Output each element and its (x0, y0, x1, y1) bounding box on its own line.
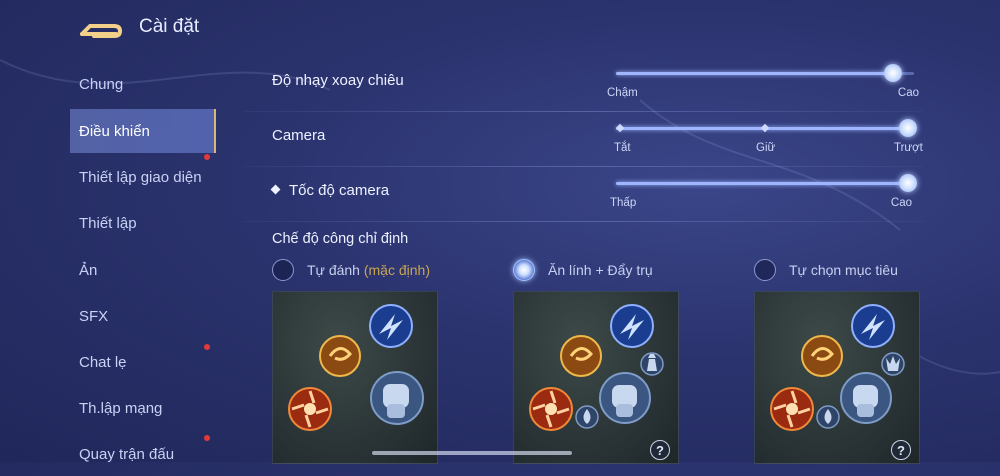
help-icon[interactable]: ? (650, 440, 670, 460)
sidebar-item-label: Ản (79, 261, 98, 279)
slider-fill (616, 72, 894, 75)
row-divider (243, 221, 923, 222)
option-label: Ăn lính + Đẩy trụ (548, 262, 653, 278)
sidebar-item-label: Thiết lập (79, 214, 137, 232)
setting-label: Tốc độ camera (270, 182, 390, 199)
sidebar-item-label: Thiết lập giao diện (79, 168, 202, 186)
sidebar-item-network[interactable]: Th.lập mạng (70, 386, 216, 430)
minion-icon (575, 405, 599, 429)
help-icon[interactable]: ? (891, 440, 911, 460)
radio-button[interactable] (754, 259, 776, 281)
camera-mode-slider[interactable]: Tắt Giữ Trượt (614, 119, 923, 159)
setting-row-camera: Camera Tắt Giữ Trượt (243, 113, 923, 167)
sidebar-item-label: Chung (79, 75, 124, 93)
setting-row-camera-speed: Tốc độ camera Thấp Cao (243, 168, 923, 222)
skill-lightning-icon (610, 304, 654, 348)
camera-speed-slider[interactable]: Thấp Cao (610, 174, 917, 214)
setting-label: Độ nhạy xoay chiêu (272, 72, 404, 89)
skill-lightning-icon (851, 304, 895, 348)
skill-buttons-layout (529, 304, 664, 431)
slider-handle[interactable] (884, 64, 903, 82)
sidebar-item-interface[interactable]: Thiết lập giao diện (70, 154, 216, 199)
skill-buttons-layout (288, 304, 424, 431)
radio-button[interactable] (272, 259, 294, 281)
row-divider (243, 111, 923, 112)
attack-mode-preview-minion-tower: ? (513, 291, 679, 464)
notification-dot (204, 344, 210, 350)
slider-min-label: Chậm (607, 87, 638, 99)
hero-target-icon (881, 352, 905, 376)
option-note: (mặc định) (363, 262, 430, 278)
sidebar-item-general[interactable]: Chung (70, 62, 216, 106)
option-label: Tự đánh (mặc định) (307, 262, 430, 278)
skill-lightning-icon (369, 304, 413, 348)
attack-mode-option-auto[interactable]: Tự đánh (mặc định) (272, 257, 430, 283)
sidebar-item-label: Quay trận đấu (79, 445, 175, 463)
attack-mode-title: Chế độ công chỉ định (272, 231, 409, 247)
notification-dot (204, 154, 210, 160)
back-button[interactable] (76, 12, 124, 42)
tower-icon (640, 352, 664, 376)
slider-max-label: Cao (897, 87, 919, 99)
minion-icon (816, 405, 840, 429)
camera-stop-label: Giữ (756, 142, 776, 154)
sidebar-item-label: Th.lập mạng (79, 399, 163, 417)
skill-wind-icon (319, 335, 361, 377)
sidebar-item-setup[interactable]: Thiết lập (70, 201, 216, 245)
setting-row-skill-sensitivity: Độ nhạy xoay chiêu Chậm Cao (243, 58, 923, 112)
setting-label: Camera (272, 127, 326, 144)
sidebar-item-label: Chat lẹ (79, 353, 127, 371)
camera-stop-label: Trượt (894, 142, 923, 154)
slider-fill (616, 182, 908, 185)
skill-fire-icon (770, 387, 814, 431)
skill-buttons-layout (770, 304, 905, 431)
sidebar-item-controls[interactable]: Điều khiển (70, 109, 216, 153)
slider-stop[interactable] (760, 123, 770, 133)
skill-fire-icon (288, 387, 332, 431)
option-label-text: Tự đánh (307, 262, 360, 278)
fist-attack-icon (840, 372, 892, 424)
fist-attack-icon (370, 371, 424, 425)
attack-mode-option-minion-tower[interactable]: Ăn lính + Đẩy trụ (513, 257, 653, 283)
skill-wind-icon (801, 335, 843, 377)
camera-stop-label: Tắt (614, 142, 631, 154)
radio-button-selected[interactable] (513, 259, 535, 281)
slider-handle[interactable] (899, 174, 917, 192)
sidebar-item-quick-chat[interactable]: Chat lẹ (70, 340, 216, 384)
sidebar-item-label: Điều khiển (79, 122, 150, 140)
page-title: Cài đặt (139, 16, 200, 37)
attack-mode-preview-auto (272, 291, 438, 464)
slider-max-label: Cao (890, 197, 912, 209)
fist-attack-icon (599, 372, 651, 424)
skill-wind-icon (560, 335, 602, 377)
skill-fire-icon (529, 387, 573, 431)
header: Cài đặt (0, 0, 1000, 56)
back-arrow-icon (80, 24, 122, 38)
setting-label-text: Tốc độ camera (289, 182, 390, 199)
row-divider (243, 166, 923, 167)
attack-mode-preview-target: ? (754, 291, 920, 464)
home-indicator (372, 451, 572, 455)
diamond-icon (270, 184, 281, 195)
slider-min-label: Thấp (610, 197, 637, 209)
sidebar-item-replay[interactable]: Quay trận đấu (70, 432, 216, 476)
sidebar-item-graphics[interactable]: Ản (70, 248, 216, 292)
attack-mode-option-target[interactable]: Tự chọn mục tiêu (754, 257, 898, 283)
sidebar-item-sfx[interactable]: SFX (70, 294, 216, 338)
option-label: Tự chọn mục tiêu (789, 262, 898, 278)
sidebar-item-label: SFX (79, 307, 109, 325)
notification-dot (204, 435, 210, 441)
sidebar: Chung Điều khiển Thiết lập giao diện Thi… (70, 62, 216, 463)
skill-sensitivity-slider[interactable]: Chậm Cao (607, 64, 919, 104)
slider-stop[interactable] (615, 123, 625, 133)
slider-handle[interactable] (899, 119, 917, 137)
